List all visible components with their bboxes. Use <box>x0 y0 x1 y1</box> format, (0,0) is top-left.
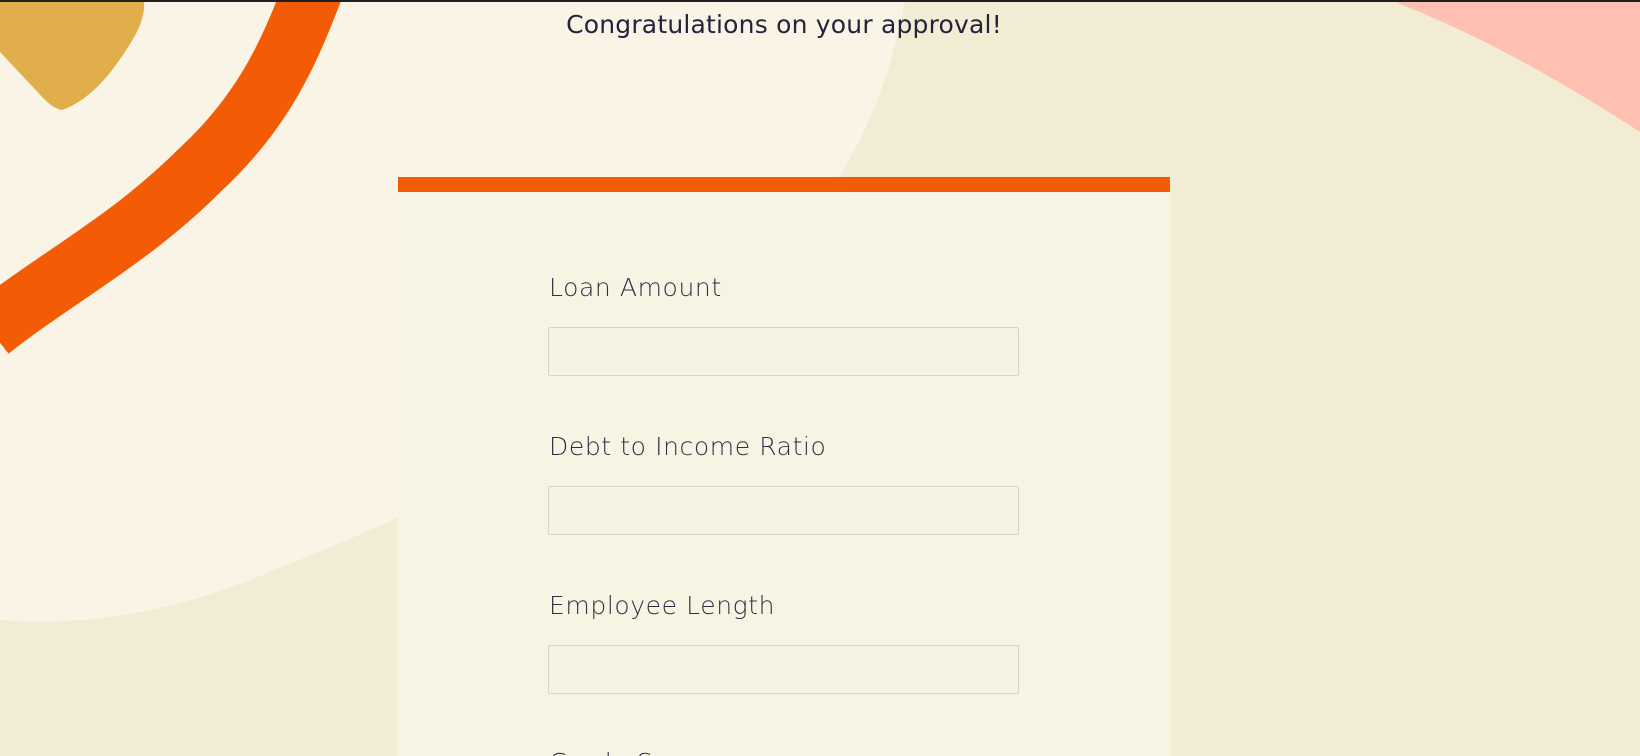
debt-to-income-ratio-label: Debt to Income Ratio <box>549 432 827 461</box>
top-edge-rule <box>0 0 1640 2</box>
card-accent-bar <box>398 177 1170 192</box>
debt-to-income-ratio-input[interactable] <box>548 486 1019 535</box>
employee-length-input[interactable] <box>548 645 1019 694</box>
loan-form-card: Loan Amount Debt to Income Ratio Employe… <box>398 177 1170 756</box>
employee-length-label: Employee Length <box>549 591 776 620</box>
loan-amount-input[interactable] <box>548 327 1019 376</box>
approval-headline: Congratulations on your approval! <box>566 10 1002 39</box>
loan-application-page: Congratulations on your approval! Loan A… <box>0 0 1640 756</box>
loan-amount-label: Loan Amount <box>549 273 722 302</box>
grade-score-label-partial: Grade Score <box>549 748 710 756</box>
